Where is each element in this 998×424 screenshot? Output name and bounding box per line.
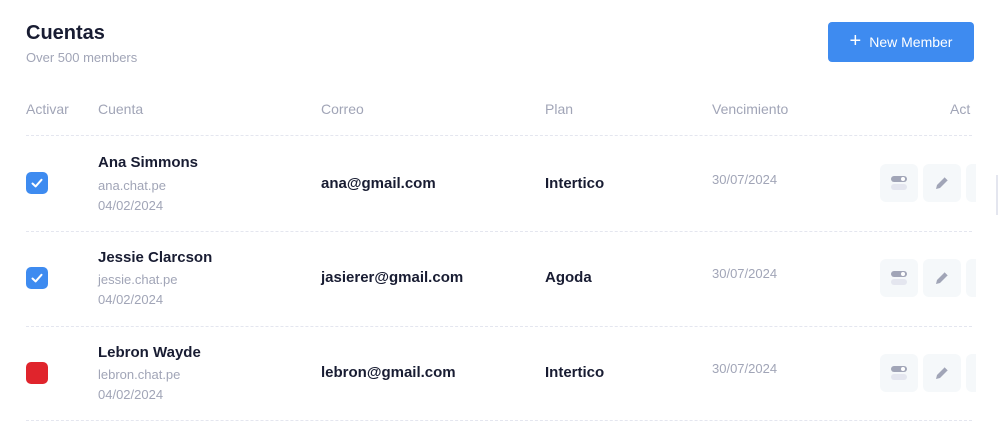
- account-name: Lebron Wayde: [98, 344, 201, 361]
- account-name: Jessie Clarcson: [98, 249, 213, 266]
- row-divider: [26, 420, 972, 421]
- column-header-correo: Correo: [321, 101, 364, 117]
- column-header-vencimiento: Vencimiento: [712, 101, 789, 117]
- table-row: Lebron Wayde lebron.chat.pe 04/02/2024 l…: [0, 327, 998, 422]
- account-created-date: 04/02/2024: [98, 387, 164, 402]
- table-row: Jessie Clarcson jessie.chat.pe 04/02/202…: [0, 232, 998, 327]
- toggle-icon: [891, 271, 907, 285]
- plus-icon: +: [849, 30, 862, 52]
- account-email: ana@gmail.com: [321, 175, 436, 192]
- account-created-date: 04/02/2024: [98, 292, 164, 307]
- page-title: Cuentas: [26, 22, 105, 44]
- account-plan: Intertico: [545, 175, 605, 192]
- activate-checkbox[interactable]: [26, 362, 48, 384]
- toggle-status-button[interactable]: [880, 259, 918, 297]
- account-name: Ana Simmons: [98, 154, 199, 171]
- new-member-label: New Member: [869, 34, 953, 50]
- account-plan: Agoda: [545, 269, 592, 286]
- column-header-activar: Activar: [26, 101, 69, 117]
- table-row: Ana Simmons ana.chat.pe 04/02/2024 ana@g…: [0, 136, 998, 231]
- delete-button[interactable]: [966, 259, 976, 297]
- toggle-status-button[interactable]: [880, 164, 918, 202]
- pencil-icon: [936, 271, 949, 284]
- toggle-status-button[interactable]: [880, 354, 918, 392]
- account-email: jasierer@gmail.com: [321, 269, 464, 286]
- column-header-cuenta: Cuenta: [98, 101, 144, 117]
- check-icon: [31, 273, 43, 283]
- toggle-icon: [891, 176, 907, 190]
- new-member-button[interactable]: + New Member: [828, 22, 974, 62]
- delete-button[interactable]: [966, 354, 976, 392]
- account-expiry: 30/07/2024: [712, 361, 778, 376]
- page-subtitle: Over 500 members: [26, 50, 138, 65]
- edit-button[interactable]: [923, 259, 961, 297]
- account-expiry: 30/07/2024: [712, 172, 778, 187]
- account-expiry: 30/07/2024: [712, 266, 778, 281]
- pencil-icon: [936, 366, 949, 379]
- toggle-icon: [891, 366, 907, 380]
- activate-checkbox[interactable]: [26, 172, 48, 194]
- account-domain: ana.chat.pe: [98, 178, 166, 193]
- column-header-actions: Act: [950, 101, 971, 117]
- account-plan: Intertico: [545, 364, 605, 381]
- activate-checkbox[interactable]: [26, 267, 48, 289]
- check-icon: [31, 178, 43, 188]
- pencil-icon: [936, 176, 949, 189]
- delete-button[interactable]: [966, 164, 976, 202]
- account-domain: lebron.chat.pe: [98, 367, 181, 382]
- edit-button[interactable]: [923, 164, 961, 202]
- edit-button[interactable]: [923, 354, 961, 392]
- account-created-date: 04/02/2024: [98, 198, 164, 213]
- column-header-plan: Plan: [545, 101, 574, 117]
- account-domain: jessie.chat.pe: [98, 272, 178, 287]
- account-email: lebron@gmail.com: [321, 364, 456, 381]
